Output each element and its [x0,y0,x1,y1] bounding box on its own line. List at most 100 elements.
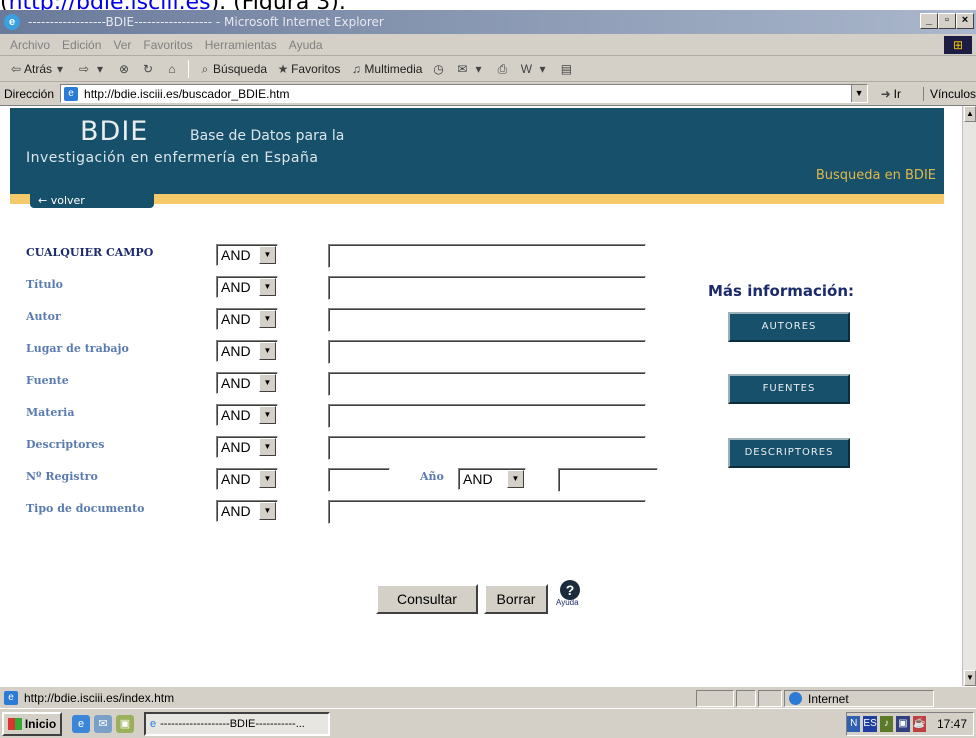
chevron-down-icon[interactable]: ▼ [507,470,524,488]
menu-archivo[interactable]: Archivo [10,38,50,52]
menu-favoritos[interactable]: Favoritos [143,38,192,52]
help-icon: ? [560,580,580,600]
address-label: Dirección [4,86,55,101]
search-button[interactable]: ⌕ Búsqueda [197,61,267,77]
edit-dropdown-icon[interactable]: ▾ [534,61,550,77]
scroll-up-icon[interactable]: ▲ [964,106,976,122]
address-dropdown-icon[interactable]: ▼ [850,85,867,102]
document-type-input[interactable] [328,500,646,524]
menu-edicion[interactable]: Edición [62,38,101,52]
history-button[interactable]: ◷ [430,61,446,77]
volume-icon[interactable]: ♪ [879,716,894,732]
operator-select-descriptors[interactable]: AND ▼ [216,436,278,458]
chevron-down-icon[interactable]: ▼ [259,374,276,392]
go-label: Ir [893,86,901,101]
chevron-down-icon[interactable]: ▼ [259,470,276,488]
discuss-button[interactable]: ▤ [558,61,574,77]
close-icon[interactable]: × [956,13,974,29]
subject-input[interactable] [328,404,646,428]
scroll-down-icon[interactable]: ▼ [964,670,976,686]
refresh-button[interactable]: ↻ [140,61,156,77]
operator-select-any[interactable]: AND ▼ [216,244,278,266]
toolbar: ⇦ Atrás ▾ ⇨ ▾ ⊗ ↻ ⌂ ⌕ Búsqueda ★ Favorit… [0,56,976,82]
submit-button[interactable]: Consultar [376,584,478,614]
menu-herramientas[interactable]: Herramientas [205,38,277,52]
any-field-input[interactable] [328,244,646,268]
back-button[interactable]: ⇦ Atrás ▾ [8,61,68,77]
descriptors-button[interactable]: DESCRIPTORES [728,438,850,468]
security-zone: Internet [784,690,934,707]
chevron-down-icon[interactable]: ▼ [259,502,276,520]
mail-button[interactable]: ✉ ▾ [454,61,486,77]
outlook-icon[interactable]: ✉ [94,714,112,733]
menu-ver[interactable]: Ver [113,38,131,52]
favorites-button[interactable]: ★ Favoritos [275,61,341,77]
java-icon[interactable]: ☕ [912,716,926,732]
operator-select-author[interactable]: AND ▼ [216,308,278,330]
print-icon: ⎙ [497,61,508,76]
back-link[interactable]: ← volver [30,194,154,208]
language-icon[interactable]: ES [863,716,877,732]
clock: 17:47 [936,717,967,731]
status-panel [696,690,734,707]
bdie-banner: BDIE Base de Datos para la Investigación… [10,108,944,194]
title-input[interactable] [328,276,646,300]
year-input[interactable] [558,468,658,492]
chevron-down-icon[interactable]: ▼ [259,438,276,456]
back-dropdown-icon[interactable]: ▾ [52,61,68,77]
menu-ayuda[interactable]: Ayuda [289,38,323,52]
ie-logo-icon: e [4,14,20,30]
operator-select-doctype[interactable]: AND ▼ [216,500,278,522]
workplace-input[interactable] [328,340,646,364]
operator-select-year[interactable]: AND ▼ [458,468,526,490]
record-number-input[interactable] [328,468,390,492]
minimize-icon[interactable]: _ [920,13,938,29]
menu-bar: Archivo Edición Ver Favoritos Herramient… [0,34,976,56]
label-document-type: Tipo de documento [26,502,145,515]
chevron-down-icon[interactable]: ▼ [259,342,276,360]
stop-button[interactable]: ⊗ [116,61,132,77]
operator-value: AND [221,407,251,423]
operator-select-subject[interactable]: AND ▼ [216,404,278,426]
home-button[interactable]: ⌂ [164,61,180,77]
operator-value: AND [221,279,251,295]
ie-quicklaunch-icon[interactable]: e [72,714,90,733]
authors-button[interactable]: AUTORES [728,312,850,342]
operator-select-workplace[interactable]: AND ▼ [216,340,278,362]
stop-icon: ⊗ [118,61,130,76]
address-url[interactable]: http://bdie.isciii.es/buscador_BDIE.htm [84,87,289,101]
multimedia-button[interactable]: ♫ Multimedia [348,61,423,77]
operator-select-record[interactable]: AND ▼ [216,468,278,490]
chevron-down-icon[interactable]: ▼ [259,310,276,328]
go-button[interactable]: ➜ Ir [878,86,901,102]
operator-select-title[interactable]: AND ▼ [216,276,278,298]
reset-button[interactable]: Borrar [484,584,548,614]
author-input[interactable] [328,308,646,332]
address-input[interactable]: e http://bdie.isciii.es/buscador_BDIE.ht… [60,84,868,103]
operator-value: AND [221,439,251,455]
maximize-icon[interactable]: ▫ [938,13,956,29]
network-icon[interactable]: N [847,716,861,732]
operator-select-source[interactable]: AND ▼ [216,372,278,394]
desktop-icon[interactable]: ▣ [116,714,134,733]
start-button[interactable]: Inicio [2,711,62,736]
search-icon: ⌕ [201,61,209,76]
chevron-down-icon[interactable]: ▼ [259,406,276,424]
source-input[interactable] [328,372,646,396]
chevron-down-icon[interactable]: ▼ [259,246,276,264]
taskbar-window-bdie[interactable]: e -------------------BDIE-----------... [144,711,330,736]
print-button[interactable]: ⎙ [494,61,510,77]
display-icon[interactable]: ▣ [896,716,910,732]
sources-button[interactable]: FUENTES [728,374,850,404]
mail-dropdown-icon[interactable]: ▾ [470,61,486,77]
links-button[interactable]: Vínculos [922,86,976,101]
descriptors-input[interactable] [328,436,646,460]
chevron-down-icon[interactable]: ▼ [259,278,276,296]
operator-value: AND [221,247,251,263]
edit-button[interactable]: W ▾ [518,61,550,77]
status-page-icon: e [4,690,18,705]
forward-button[interactable]: ⇨ ▾ [76,61,108,77]
vertical-scrollbar[interactable]: ▲ ▼ [962,106,976,686]
help-button[interactable]: ? Ayuda [556,580,584,610]
forward-dropdown-icon[interactable]: ▾ [92,61,108,77]
